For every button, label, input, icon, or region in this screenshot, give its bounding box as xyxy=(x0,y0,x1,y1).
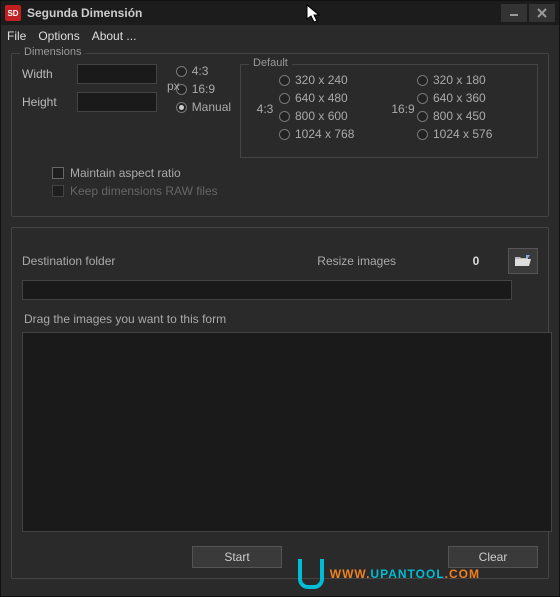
destination-group: Destination folder Resize images 0 Drag … xyxy=(11,227,549,579)
menu-options[interactable]: Options xyxy=(38,29,79,43)
folder-open-icon xyxy=(514,254,532,268)
resize-images-label: Resize images xyxy=(317,254,396,268)
menu-file[interactable]: File xyxy=(7,29,26,43)
maintain-aspect-label: Maintain aspect ratio xyxy=(70,166,181,180)
preset-640x360[interactable]: 640 x 360 xyxy=(417,91,527,105)
keep-raw-checkbox[interactable]: Keep dimensions RAW files xyxy=(52,184,538,198)
ratio-43-label: 4:3 xyxy=(192,64,209,78)
content: Dimensions Width Height px 4:3 16:9 xyxy=(1,47,559,595)
height-input[interactable] xyxy=(77,92,157,112)
defaults-group: Default 4:3 320 x 240 640 x 480 800 x 60… xyxy=(240,64,538,158)
minimize-button[interactable] xyxy=(501,4,527,22)
ratio-169-label: 16:9 xyxy=(192,82,215,96)
keep-raw-label: Keep dimensions RAW files xyxy=(70,184,218,198)
col2-label: 16:9 xyxy=(389,102,417,116)
ratio-169-radio[interactable]: 16:9 xyxy=(176,82,240,96)
app-window: SD Segunda Dimensión File Options About … xyxy=(0,0,560,597)
titlebar: SD Segunda Dimensión xyxy=(1,1,559,25)
drop-zone[interactable] xyxy=(22,332,552,532)
browse-button[interactable] xyxy=(508,248,538,274)
ratio-manual-radio[interactable]: Manual xyxy=(176,100,240,114)
close-button[interactable] xyxy=(529,4,555,22)
start-button[interactable]: Start xyxy=(192,546,282,568)
window-title: Segunda Dimensión xyxy=(27,6,499,20)
drag-hint: Drag the images you want to this form xyxy=(24,312,538,326)
preset-640x480[interactable]: 640 x 480 xyxy=(279,91,389,105)
app-icon: SD xyxy=(5,5,21,21)
close-icon xyxy=(537,8,547,18)
preset-1024x768[interactable]: 1024 x 768 xyxy=(279,127,389,141)
width-input[interactable] xyxy=(77,64,157,84)
dimensions-group: Dimensions Width Height px 4:3 16:9 xyxy=(11,53,549,217)
preset-800x450[interactable]: 800 x 450 xyxy=(417,109,527,123)
preset-320x240[interactable]: 320 x 240 xyxy=(279,73,389,87)
menu-about[interactable]: About ... xyxy=(92,29,137,43)
preset-1024x576[interactable]: 1024 x 576 xyxy=(417,127,527,141)
maintain-aspect-checkbox[interactable]: Maintain aspect ratio xyxy=(52,166,538,180)
defaults-legend: Default xyxy=(249,57,292,69)
px-label: px xyxy=(167,79,180,93)
minimize-icon xyxy=(509,8,519,18)
width-label: Width xyxy=(22,67,77,81)
destination-label: Destination folder xyxy=(22,254,115,268)
clear-button[interactable]: Clear xyxy=(448,546,538,568)
col1-label: 4:3 xyxy=(251,102,279,116)
preset-800x600[interactable]: 800 x 600 xyxy=(279,109,389,123)
ratio-43-radio[interactable]: 4:3 xyxy=(176,64,240,78)
preset-320x180[interactable]: 320 x 180 xyxy=(417,73,527,87)
height-label: Height xyxy=(22,95,77,109)
resize-count: 0 xyxy=(456,254,496,268)
dimensions-legend: Dimensions xyxy=(20,46,85,58)
destination-input[interactable] xyxy=(22,280,512,300)
ratio-manual-label: Manual xyxy=(192,100,231,114)
menubar: File Options About ... xyxy=(1,25,559,47)
